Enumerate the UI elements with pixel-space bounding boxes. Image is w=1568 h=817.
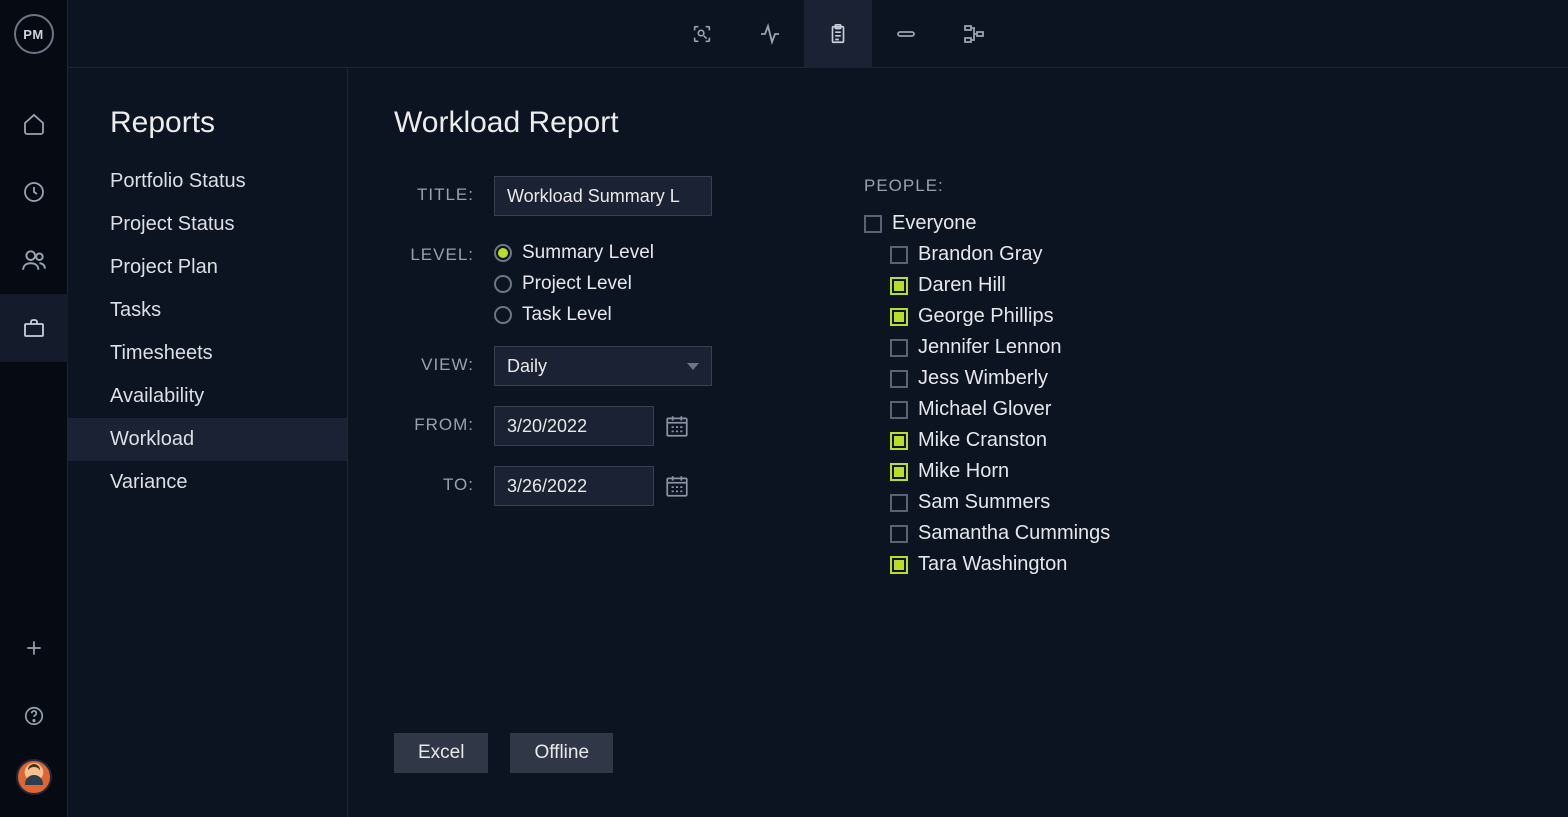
person-label: Tara Washington: [918, 553, 1067, 576]
avatar[interactable]: [16, 759, 52, 795]
briefcase-icon[interactable]: [0, 294, 68, 362]
person-label: Brandon Gray: [918, 243, 1043, 266]
report-item-availability[interactable]: Availability: [68, 375, 347, 418]
person-check-samantha-cummings[interactable]: Samantha Cummings: [864, 518, 1204, 549]
person-label: Mike Cranston: [918, 429, 1047, 452]
people-list: Everyone Brandon Gray Daren Hill George Phi…: [864, 208, 1204, 580]
radio-label: Project Level: [522, 273, 632, 295]
checkbox-icon: [890, 401, 908, 419]
report-item-variance[interactable]: Variance: [68, 461, 347, 504]
checkbox-icon: [890, 246, 908, 264]
logo[interactable]: PM: [14, 14, 54, 54]
checkbox-icon: [890, 339, 908, 357]
level-label: LEVEL:: [394, 236, 494, 265]
view-select[interactable]: Daily: [494, 346, 712, 386]
radio-icon: [494, 306, 512, 324]
report-item-portfolio-status[interactable]: Portfolio Status: [68, 160, 347, 203]
radio-icon: [494, 244, 512, 262]
report-item-workload[interactable]: Workload: [68, 418, 347, 461]
form-panel: Workload Report TITLE: LEVEL: Summary Le…: [348, 68, 1568, 817]
clock-icon[interactable]: [0, 158, 68, 226]
reports-sidebar: Reports Portfolio StatusProject StatusPr…: [68, 68, 348, 817]
content-row: Reports Portfolio StatusProject StatusPr…: [68, 68, 1568, 817]
chevron-down-icon: [687, 363, 699, 370]
person-check-sam-summers[interactable]: Sam Summers: [864, 487, 1204, 518]
home-icon[interactable]: [0, 90, 68, 158]
checkbox-icon: [890, 525, 908, 543]
rail-nav: [0, 90, 67, 362]
level-radio-project-level[interactable]: Project Level: [494, 273, 654, 295]
level-radio-group: Summary Level Project Level Task Level: [494, 236, 654, 326]
title-label: TITLE:: [394, 176, 494, 205]
person-check-jess-wimberly[interactable]: Jess Wimberly: [864, 363, 1204, 394]
activity-icon[interactable]: [736, 0, 804, 68]
radio-icon: [494, 275, 512, 293]
checkbox-icon: [890, 432, 908, 450]
person-label: Samantha Cummings: [918, 522, 1110, 545]
person-label: Everyone: [892, 212, 977, 235]
person-label: Sam Summers: [918, 491, 1050, 514]
person-label: George Phillips: [918, 305, 1054, 328]
people-icon[interactable]: [0, 226, 68, 294]
flow-icon[interactable]: [940, 0, 1008, 68]
left-rail: PM: [0, 0, 68, 817]
people-label: PEOPLE:: [864, 176, 1204, 196]
person-label: Jess Wimberly: [918, 367, 1048, 390]
calendar-icon[interactable]: [664, 413, 690, 439]
person-label: Mike Horn: [918, 460, 1009, 483]
help-icon[interactable]: [0, 691, 68, 741]
checkbox-icon: [890, 463, 908, 481]
report-item-project-status[interactable]: Project Status: [68, 203, 347, 246]
person-check-george-phillips[interactable]: George Phillips: [864, 301, 1204, 332]
reports-title: Reports: [68, 106, 347, 160]
checkbox-icon: [864, 215, 882, 233]
person-label: Daren Hill: [918, 274, 1006, 297]
person-check-mike-horn[interactable]: Mike Horn: [864, 456, 1204, 487]
scan-icon[interactable]: [668, 0, 736, 68]
report-item-tasks[interactable]: Tasks: [68, 289, 347, 332]
checkbox-icon: [890, 494, 908, 512]
person-label: Michael Glover: [918, 398, 1051, 421]
link-icon[interactable]: [872, 0, 940, 68]
report-item-project-plan[interactable]: Project Plan: [68, 246, 347, 289]
topbar: [68, 0, 1568, 68]
checkbox-icon: [890, 370, 908, 388]
clipboard-icon[interactable]: [804, 0, 872, 68]
from-date-input[interactable]: [494, 406, 654, 446]
person-check-michael-glover[interactable]: Michael Glover: [864, 394, 1204, 425]
view-label: VIEW:: [394, 346, 494, 375]
to-label: TO:: [394, 466, 494, 495]
radio-label: Summary Level: [522, 242, 654, 264]
checkbox-icon: [890, 277, 908, 295]
view-select-value: Daily: [507, 356, 547, 377]
person-check-everyone[interactable]: Everyone: [864, 208, 1204, 239]
from-label: FROM:: [394, 406, 494, 435]
rail-bottom: [0, 623, 67, 817]
page-title: Workload Report: [394, 106, 1568, 140]
person-check-brandon-gray[interactable]: Brandon Gray: [864, 239, 1204, 270]
person-check-mike-cranston[interactable]: Mike Cranston: [864, 425, 1204, 456]
radio-label: Task Level: [522, 304, 612, 326]
level-radio-task-level[interactable]: Task Level: [494, 304, 654, 326]
title-input[interactable]: [494, 176, 712, 216]
person-check-daren-hill[interactable]: Daren Hill: [864, 270, 1204, 301]
report-list: Portfolio StatusProject StatusProject Pl…: [68, 160, 347, 504]
plus-icon[interactable]: [0, 623, 68, 673]
calendar-icon[interactable]: [664, 473, 690, 499]
main-area: Reports Portfolio StatusProject StatusPr…: [68, 0, 1568, 817]
person-check-tara-washington[interactable]: Tara Washington: [864, 549, 1204, 580]
offline-button[interactable]: Offline: [510, 733, 613, 773]
checkbox-icon: [890, 556, 908, 574]
person-label: Jennifer Lennon: [918, 336, 1061, 359]
checkbox-icon: [890, 308, 908, 326]
level-radio-summary-level[interactable]: Summary Level: [494, 242, 654, 264]
excel-button[interactable]: Excel: [394, 733, 488, 773]
to-date-input[interactable]: [494, 466, 654, 506]
report-item-timesheets[interactable]: Timesheets: [68, 332, 347, 375]
person-check-jennifer-lennon[interactable]: Jennifer Lennon: [864, 332, 1204, 363]
